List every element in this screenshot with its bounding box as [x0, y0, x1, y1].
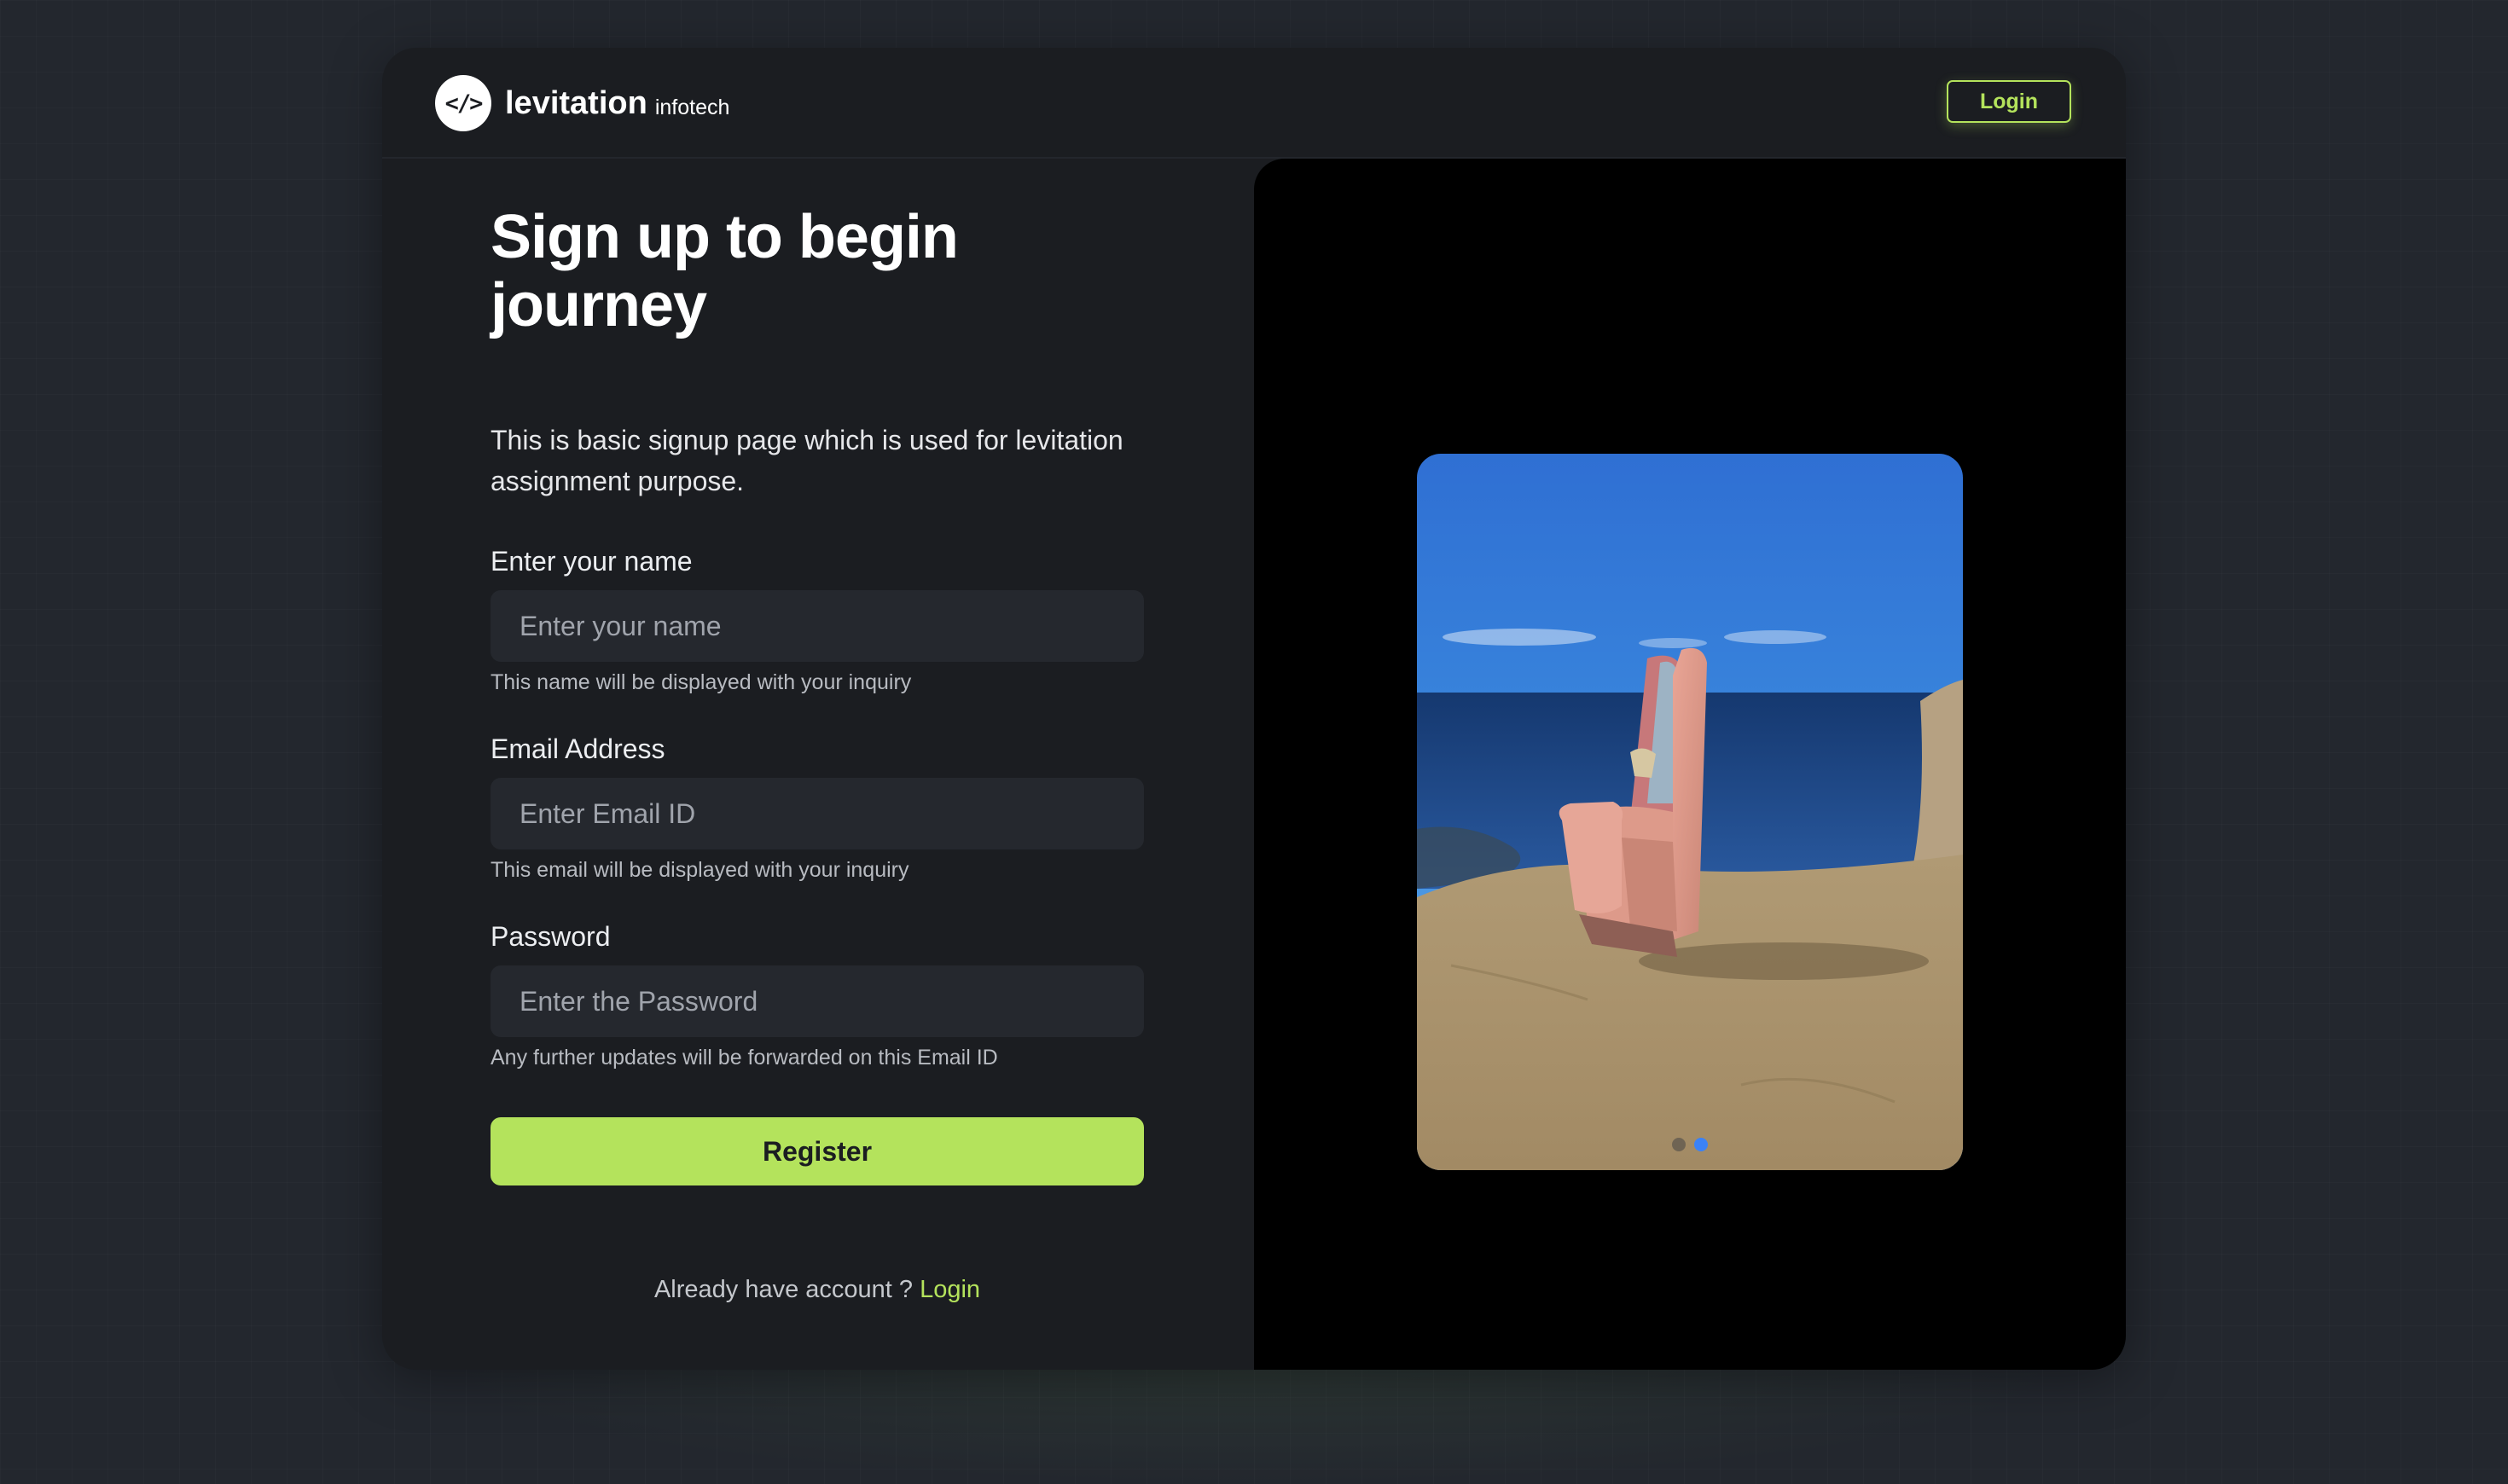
brand-name: levitation: [505, 84, 647, 121]
register-button[interactable]: Register: [491, 1117, 1144, 1185]
signup-card: </> levitation infotech Login Sign up to…: [382, 48, 2126, 1370]
name-input[interactable]: [491, 590, 1144, 662]
login-prompt: Already have account ? Login: [491, 1276, 1144, 1304]
password-input[interactable]: [491, 965, 1144, 1037]
page-subtitle: This is basic signup page which is used …: [491, 425, 1123, 496]
email-label: Email Address: [491, 733, 665, 764]
email-hint: This email will be displayed with your i…: [491, 858, 909, 882]
top-bar: </> levitation infotech Login: [382, 48, 2126, 159]
image-panel: [1254, 159, 2126, 1370]
carousel-indicators: [1417, 1138, 1963, 1151]
login-prompt-text: Already have account ?: [653, 1276, 920, 1303]
password-hint: Any further updates will be forwarded on…: [491, 1046, 998, 1070]
password-label: Password: [491, 921, 611, 952]
brand-logo[interactable]: </> levitation infotech: [435, 75, 729, 131]
page-title: Sign up to begin journey: [491, 203, 959, 339]
login-link[interactable]: Login: [920, 1276, 980, 1303]
armchair-on-cliff-photo: [1417, 454, 1963, 1170]
carousel-dot[interactable]: [1672, 1138, 1686, 1151]
name-label: Enter your name: [491, 546, 693, 577]
header-login-button[interactable]: Login: [1947, 80, 2071, 123]
code-icon: </>: [435, 75, 491, 131]
name-hint: This name will be displayed with your in…: [491, 670, 912, 694]
carousel-dot-active[interactable]: [1694, 1138, 1708, 1151]
email-input[interactable]: [491, 778, 1144, 849]
brand-sub: infotech: [654, 95, 730, 119]
image-carousel[interactable]: [1417, 454, 1963, 1170]
